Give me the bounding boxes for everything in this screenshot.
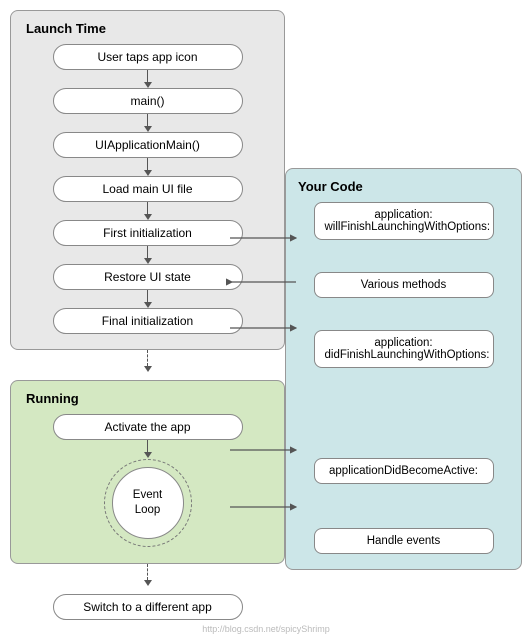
arrow-4 bbox=[144, 202, 152, 220]
node-switch-app: Switch to a different app bbox=[53, 594, 243, 620]
node-app-did-become-active: applicationDidBecomeActive: bbox=[314, 458, 494, 484]
arrow-7 bbox=[144, 440, 152, 458]
arrow-2 bbox=[144, 114, 152, 132]
node-activate-app: Activate the app bbox=[53, 414, 243, 440]
arrow-5 bbox=[144, 246, 152, 264]
node-various-methods: Various methods bbox=[314, 272, 494, 298]
your-code-box: Your Code application: willFinishLaunchi… bbox=[285, 168, 522, 570]
node-did-finish: application: didFinishLaunchingWithOptio… bbox=[314, 330, 494, 368]
running-label: Running bbox=[26, 391, 79, 406]
diagram-container: Launch Time User taps app icon main() UI… bbox=[10, 10, 522, 620]
watermark: http://blog.csdn.net/spicyShrimp bbox=[10, 624, 522, 634]
node-load-main-ui: Load main UI file bbox=[53, 176, 243, 202]
node-restore-ui: Restore UI state bbox=[53, 264, 243, 290]
node-first-init: First initialization bbox=[53, 220, 243, 246]
running-box: Running Activate the app EventLoop bbox=[10, 380, 285, 564]
event-loop-wrapper: EventLoop bbox=[103, 458, 193, 548]
arrow-6 bbox=[144, 290, 152, 308]
launch-time-label: Launch Time bbox=[26, 21, 106, 36]
arrow-to-bottom bbox=[10, 564, 285, 586]
right-section: Your Code application: willFinishLaunchi… bbox=[285, 10, 522, 620]
bottom-node-wrapper: Switch to a different app bbox=[10, 594, 285, 620]
arrow-to-running bbox=[10, 350, 285, 372]
node-main: main() bbox=[53, 88, 243, 114]
node-final-init: Final initialization bbox=[53, 308, 243, 334]
node-handle-events: Handle events bbox=[314, 528, 494, 554]
arrow-3 bbox=[144, 158, 152, 176]
launch-time-box: Launch Time User taps app icon main() UI… bbox=[10, 10, 285, 350]
event-loop-dashed-border bbox=[104, 459, 192, 547]
left-section: Launch Time User taps app icon main() UI… bbox=[10, 10, 285, 620]
node-uiapplicationmain: UIApplicationMain() bbox=[53, 132, 243, 158]
arrow-1 bbox=[144, 70, 152, 88]
your-code-label: Your Code bbox=[298, 179, 363, 194]
node-will-finish: application: willFinishLaunchingWithOpti… bbox=[314, 202, 494, 240]
node-user-taps: User taps app icon bbox=[53, 44, 243, 70]
